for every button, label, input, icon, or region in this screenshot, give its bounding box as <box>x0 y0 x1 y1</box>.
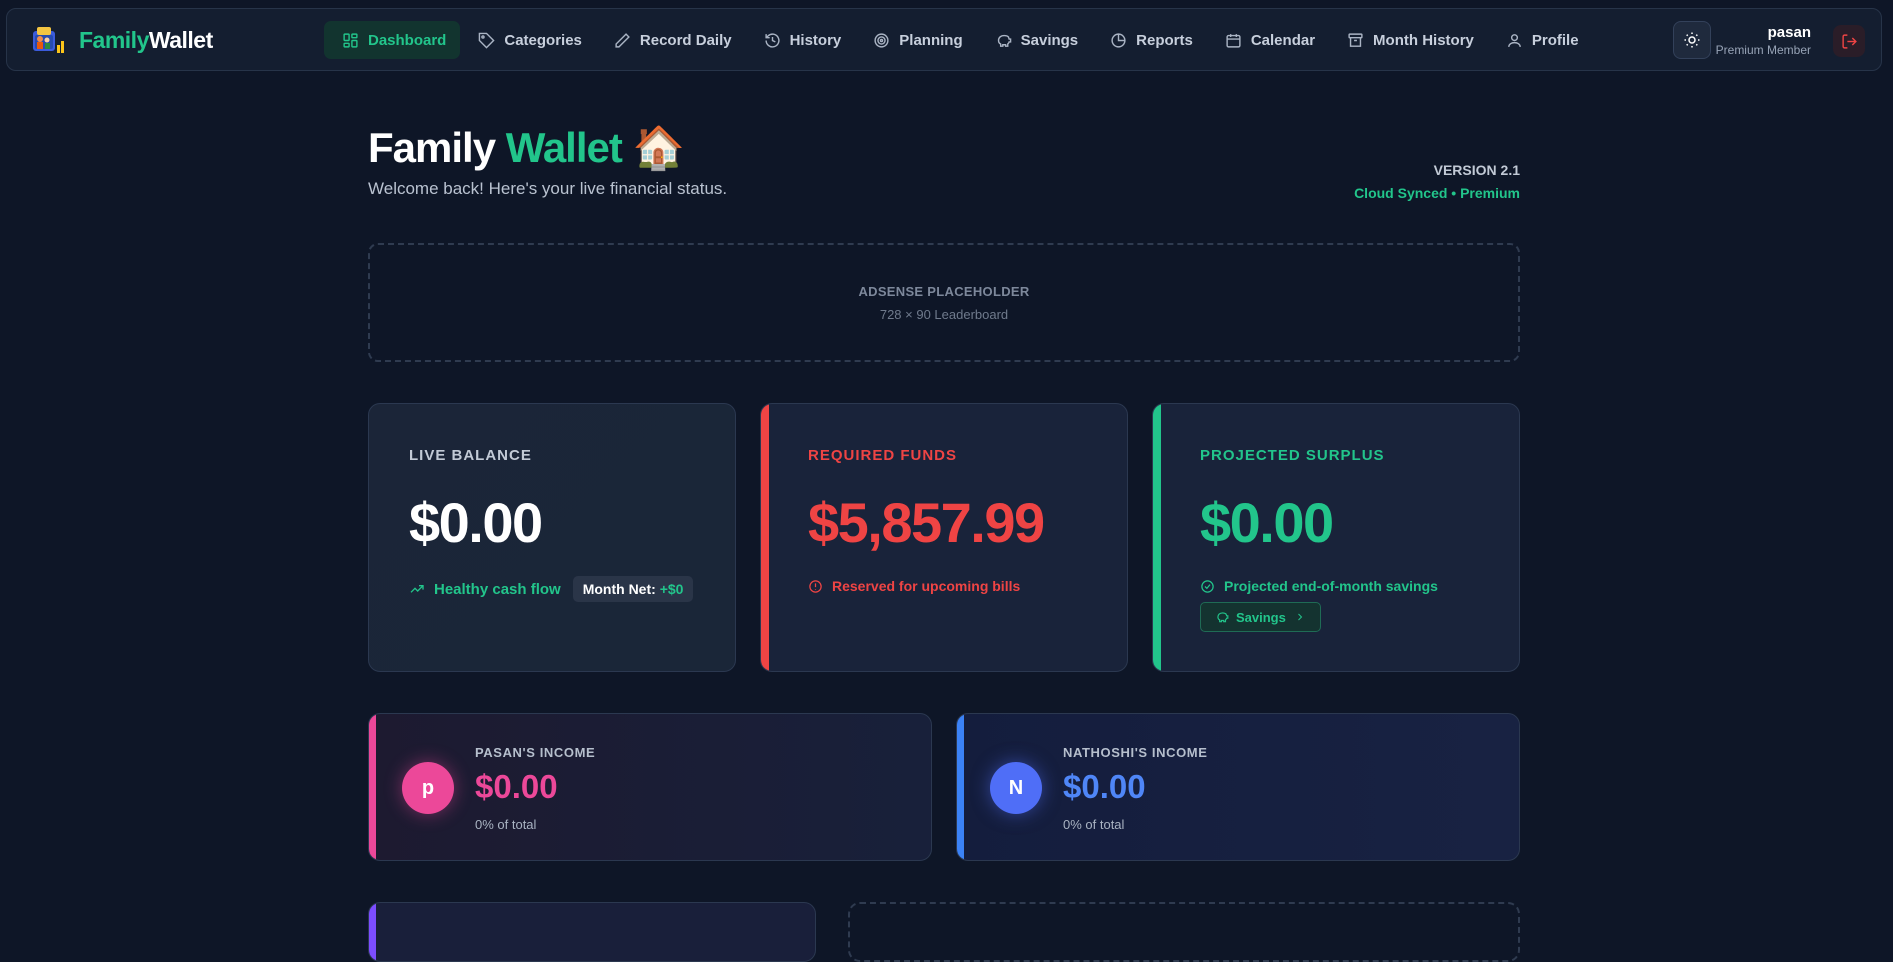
archive-icon <box>1348 32 1363 47</box>
nav-calendar[interactable]: Calendar <box>1207 21 1329 59</box>
nav-month-history[interactable]: Month History <box>1329 21 1488 59</box>
card-label: REQUIRED FUNDS <box>808 447 958 464</box>
nav-savings[interactable]: Savings <box>977 21 1093 59</box>
logout-icon <box>1841 33 1857 49</box>
cash-flow-status: Healthy cash flow Month Net: +$0 <box>409 576 694 602</box>
ad-placeholder-secondary <box>848 902 1520 962</box>
pie-chart-icon <box>1111 32 1126 48</box>
required-funds-note: Reserved for upcoming bills <box>808 578 1020 594</box>
pasan-income-card: p PASAN'S INCOME $0.00 0% of total <box>368 713 932 861</box>
alert-circle-icon <box>809 579 822 593</box>
required-funds-card: REQUIRED FUNDS $5,857.99 Reserved for up… <box>760 403 1128 672</box>
page-header: Family Wallet 🏠 Welcome back! Here's you… <box>368 124 1520 201</box>
trending-up-icon <box>410 585 424 593</box>
avatar: N <box>990 762 1042 814</box>
tag-icon <box>479 32 495 49</box>
card-accent-stripe <box>1153 404 1161 671</box>
nav-profile[interactable]: Profile <box>1488 21 1593 59</box>
wallet-logo-icon <box>31 23 67 57</box>
user-icon <box>1508 33 1521 47</box>
ad-placeholder: ADSENSE PLACEHOLDER 728 × 90 Leaderboard <box>368 243 1520 362</box>
check-circle-icon <box>1201 579 1214 593</box>
sync-status: Cloud Synced • Premium <box>1354 185 1520 201</box>
card-label: PROJECTED SURPLUS <box>1200 447 1385 464</box>
theme-toggle-button[interactable] <box>1673 21 1711 59</box>
income-value: $0.00 <box>475 768 558 805</box>
income-label: NATHOSHI'S INCOME <box>1063 745 1208 760</box>
nav-record-daily[interactable]: Record Daily <box>596 21 746 59</box>
card-accent-stripe <box>957 714 964 860</box>
sun-icon <box>1684 32 1700 48</box>
calendar-icon <box>1226 33 1241 48</box>
income-value: $0.00 <box>1063 768 1146 805</box>
live-balance-card: LIVE BALANCE $0.00 Healthy cash flow Mon… <box>368 403 736 672</box>
projected-surplus-value: $0.00 <box>1200 491 1334 554</box>
brand-name: FamilyWallet <box>79 26 213 53</box>
user-name: pasan <box>1767 24 1811 41</box>
avatar: p <box>402 762 454 814</box>
nav-reports[interactable]: Reports <box>1092 21 1207 59</box>
live-balance-value: $0.00 <box>409 491 543 554</box>
projected-surplus-note: Projected end-of-month savings <box>1200 578 1438 594</box>
brand[interactable]: FamilyWallet <box>31 23 213 57</box>
piggy-bank-icon <box>1217 612 1229 623</box>
month-net-badge: Month Net: +$0 <box>572 576 694 602</box>
savings-button[interactable]: Savings <box>1200 602 1321 632</box>
main-nav: Dashboard Categories Record Daily Histor… <box>324 21 1593 59</box>
required-funds-value: $5,857.99 <box>808 491 1045 554</box>
user-role: Premium Member <box>1715 43 1811 57</box>
card-accent-stripe <box>369 714 376 860</box>
card-accent-stripe <box>761 404 769 671</box>
nav-dashboard[interactable]: Dashboard <box>324 21 461 59</box>
nav-planning[interactable]: Planning <box>855 21 976 59</box>
income-label: PASAN'S INCOME <box>475 745 596 760</box>
user-info: pasan Premium Member <box>1716 24 1811 57</box>
income-share: 0% of total <box>475 817 537 832</box>
version-label: VERSION 2.1 <box>1433 162 1520 178</box>
nathoshi-income-card: N NATHOSHI'S INCOME $0.00 0% of total <box>956 713 1520 861</box>
logout-button[interactable] <box>1833 25 1865 57</box>
income-share: 0% of total <box>1063 817 1125 832</box>
history-icon <box>765 32 780 48</box>
pencil-icon <box>615 32 630 48</box>
partial-card <box>368 902 816 962</box>
ad-title: ADSENSE PLACEHOLDER <box>858 283 1030 299</box>
card-label: LIVE BALANCE <box>409 447 532 464</box>
projected-surplus-card: PROJECTED SURPLUS $0.00 Projected end-of… <box>1152 403 1520 672</box>
piggy-bank-icon <box>997 34 1011 47</box>
target-icon <box>874 32 889 48</box>
chevron-right-icon <box>1298 613 1303 621</box>
ad-size: 728 × 90 Leaderboard <box>879 306 1009 322</box>
top-navbar: FamilyWallet Dashboard Categories Record… <box>6 8 1882 71</box>
nav-categories[interactable]: Categories <box>460 21 596 59</box>
dashboard-icon <box>343 32 358 48</box>
page-title: Family Wallet 🏠 <box>368 124 685 171</box>
house-emoji-icon: 🏠 <box>632 124 685 171</box>
page-subtitle: Welcome back! Here's your live financial… <box>368 179 728 198</box>
nav-history[interactable]: History <box>746 21 856 59</box>
version-info: VERSION 2.1 Cloud Synced • Premium <box>1354 162 1520 201</box>
card-accent-stripe <box>369 903 376 961</box>
